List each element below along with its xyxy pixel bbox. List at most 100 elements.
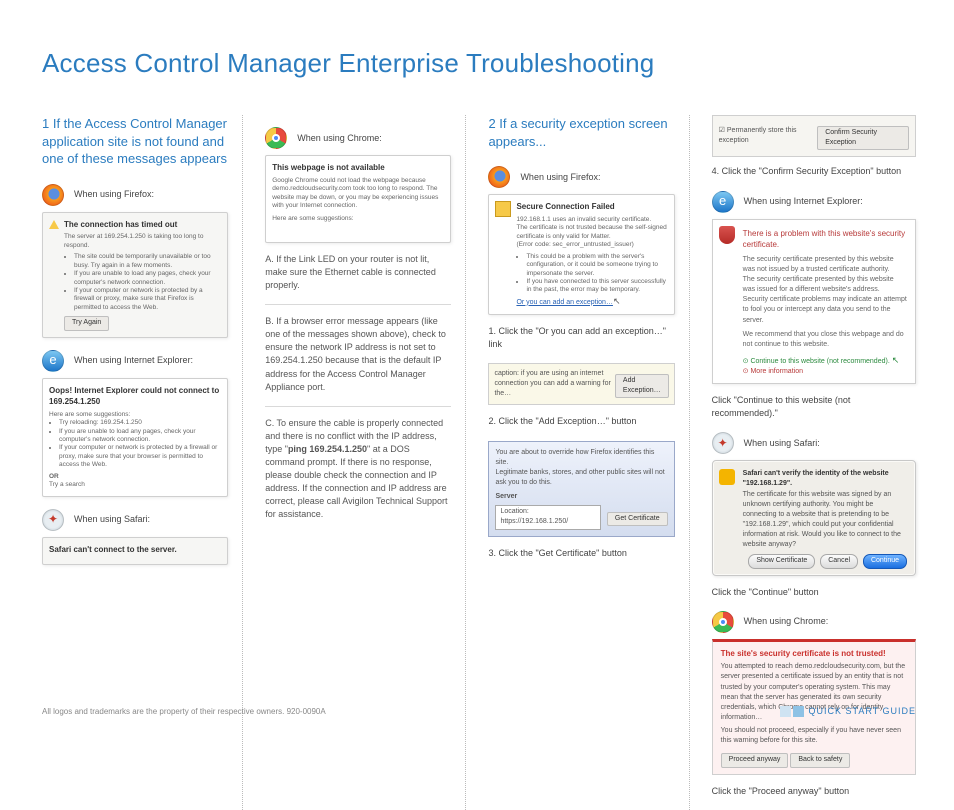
warning-icon — [49, 220, 59, 229]
passport-icon — [495, 201, 511, 217]
gc-server-label: Server — [495, 492, 517, 502]
firefox-label-2: When using Firefox: — [520, 171, 600, 184]
ie-or: OR — [49, 473, 59, 480]
continue-button[interactable]: Continue — [863, 554, 907, 568]
add-exception-link[interactable]: Or you can add an exception… — [516, 299, 613, 306]
get-certificate-button[interactable]: Get Certificate — [607, 512, 668, 526]
section-1-heading: 1 If the Access Control Manager applicat… — [42, 115, 228, 168]
quick-start-guide-label: QUICK START GUIDE — [780, 705, 916, 718]
ie-cert-t2: The security certificate presented by th… — [743, 275, 907, 295]
chrome-step: Click the "Proceed anyway" button — [712, 785, 916, 798]
ff-shot-body: The server at 169.254.1.250 is taking to… — [64, 233, 221, 250]
cr-shot-sub: Here are some suggestions: — [272, 215, 444, 223]
cursor-icon: ↖ — [892, 355, 900, 365]
show-certificate-button[interactable]: Show Certificate — [748, 554, 815, 568]
ie-cert-t1: The security certificate presented by th… — [743, 255, 907, 275]
ie-oops-screenshot: Oops! Internet Explorer could not connec… — [42, 378, 228, 497]
ie-shot-sub: Here are some suggestions: — [49, 411, 221, 419]
firefox-icon — [488, 166, 510, 188]
get-certificate-screenshot: You are about to override how Firefox id… — [488, 441, 674, 537]
back-to-safety-button[interactable]: Back to safety — [790, 753, 850, 767]
chrome-label-2: When using Chrome: — [744, 615, 829, 628]
ie-certificate-screenshot: There is a problem with this website's s… — [712, 219, 916, 385]
proceed-anyway-button[interactable]: Proceed anyway — [721, 753, 789, 767]
ff2-l2: The certificate is not trusted because t… — [516, 224, 667, 241]
note-c-post: " at a DOS command prompt. If there is n… — [265, 444, 447, 519]
note-b: B. If a browser error message appears (l… — [265, 315, 451, 393]
safari-label-2: When using Safari: — [744, 437, 820, 450]
divider — [265, 406, 451, 407]
gc-l1: You are about to override how Firefox id… — [495, 448, 667, 468]
ie-sug-3: If your computer or network is protected… — [59, 444, 221, 469]
perm-store-checkbox[interactable]: ☑ Permanently store this exception — [719, 126, 818, 146]
ie-sug-1: Try reloading: 169.254.1.250 — [59, 419, 221, 427]
brand-square-icon — [780, 706, 791, 717]
ff-bullet-3: If your computer or network is protected… — [74, 287, 221, 312]
ff2-b2: If you have connected to this server suc… — [526, 278, 667, 295]
ff-bullet-2: If you are unable to load any pages, che… — [74, 270, 221, 287]
safari-row: When using Safari: — [42, 509, 228, 531]
note-a: A. If the Link LED on your router is not… — [265, 253, 451, 292]
ff-bullet-1: The site could be temporarily unavailabl… — [74, 253, 221, 270]
add-exception-button[interactable]: Add Exception… — [615, 374, 669, 398]
ie-cert-caption: There is a problem with this website's s… — [743, 228, 907, 251]
ff2-l3: (Error code: sec_error_untrusted_issuer) — [516, 241, 667, 249]
step-1: 1. Click the "Or you can add an exceptio… — [488, 325, 674, 351]
try-again-button[interactable]: Try Again — [64, 316, 109, 330]
ff2-l1: 192.168.1.1 uses an invalid security cer… — [516, 216, 667, 224]
firefox-row-2: When using Firefox: — [488, 166, 674, 188]
chrome-row-2: When using Chrome: — [712, 611, 916, 633]
shield-icon — [719, 226, 735, 244]
ie-icon: e — [42, 350, 64, 372]
firefox-row: When using Firefox: — [42, 184, 228, 206]
safari-icon — [42, 509, 64, 531]
sf-title: Safari can't verify the identity of the … — [743, 469, 907, 489]
ff2-b1: This could be a problem with the server'… — [526, 253, 667, 278]
ie-more-info[interactable]: ⊙ More information — [743, 367, 907, 377]
cr2-body2: You should not proceed, especially if yo… — [721, 726, 907, 746]
firefox-label: When using Firefox: — [74, 188, 154, 201]
ie-shot-title: Oops! Internet Explorer could not connec… — [49, 385, 221, 408]
confirm-security-exception-button[interactable]: Confirm Security Exception — [817, 126, 909, 150]
cr-shot-body: Google Chrome could not load the webpage… — [272, 177, 444, 211]
sf-body: The certificate for this website was sig… — [743, 490, 907, 551]
gc-location: Location: https://192.168.1.250/ — [495, 505, 600, 529]
note-c: C. To ensure the cable is properly conne… — [265, 417, 451, 521]
safari-shot-title: Safari can't connect to the server. — [49, 544, 221, 556]
step-2: 2. Click the "Add Exception…" button — [488, 415, 674, 428]
chrome-icon — [265, 127, 287, 149]
chrome-row: When using Chrome: — [265, 127, 451, 149]
ie-row: e When using Internet Explorer: — [42, 350, 228, 372]
safari-cant-connect-screenshot: Safari can't connect to the server. — [42, 537, 228, 566]
ie-cert-t4: We recommend that you close this webpage… — [743, 330, 907, 350]
ie-cert-t3: Security certificate problems may indica… — [743, 295, 907, 325]
firefox-icon — [42, 184, 64, 206]
ie-row-2: e When using Internet Explorer: — [712, 191, 916, 213]
ie-step: Click "Continue to this website (not rec… — [712, 394, 916, 420]
cr2-title: The site's security certificate is not t… — [721, 648, 907, 660]
gc-l2: Legitimate banks, stores, and other publ… — [495, 468, 667, 488]
safari-certificate-screenshot: Safari can't verify the identity of the … — [712, 460, 916, 575]
ping-command: ping 169.254.1.250 — [288, 444, 367, 454]
ff-shot-title: The connection has timed out — [64, 219, 221, 231]
secure-connection-failed-screenshot: Secure Connection Failed 192.168.1.1 use… — [488, 194, 674, 315]
chrome-unavailable-screenshot: This webpage is not available Google Chr… — [265, 155, 451, 243]
cursor-icon: ↖ — [613, 296, 621, 306]
ie-label: When using Internet Explorer: — [74, 354, 193, 367]
section-2-heading: 2 If a security exception screen appears… — [488, 115, 674, 150]
step-3: 3. Click the "Get Certificate" button — [488, 547, 674, 560]
ff2-title: Secure Connection Failed — [516, 201, 667, 213]
ie-icon: e — [712, 191, 734, 213]
ie-sug-2: If you are unable to load any pages, che… — [59, 428, 221, 445]
footer: All logos and trademarks are the propert… — [42, 705, 916, 718]
safari-row-2: When using Safari: — [712, 432, 916, 454]
safari-step: Click the "Continue" button — [712, 586, 916, 599]
bar-text: caption: if you are using an internet co… — [494, 369, 614, 399]
cr-shot-title: This webpage is not available — [272, 162, 444, 174]
ie-label-2: When using Internet Explorer: — [744, 195, 863, 208]
brand-square-icon — [793, 706, 804, 717]
chrome-icon — [712, 611, 734, 633]
cancel-button[interactable]: Cancel — [820, 554, 858, 568]
divider — [265, 304, 451, 305]
ie-continue-link[interactable]: ⊙ Continue to this website (not recommen… — [743, 354, 907, 367]
